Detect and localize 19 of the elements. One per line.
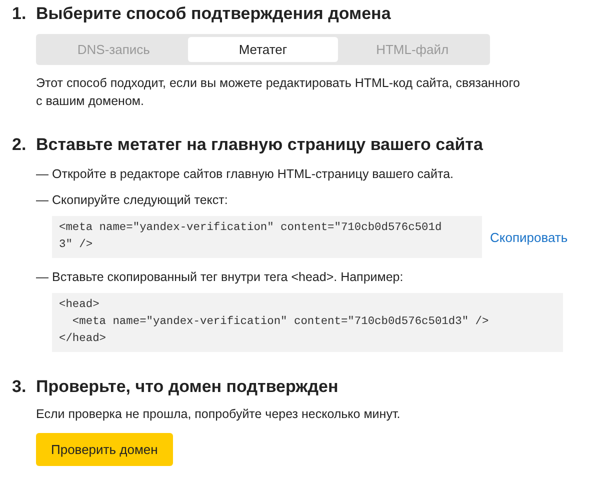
- instruction-text: Скопируйте следующий текст:: [52, 193, 228, 207]
- dash-mark: —: [36, 270, 50, 284]
- instruction-text: Откройте в редакторе сайтов главную HTML-страницу вашего сайта.: [52, 167, 454, 181]
- code-block: <head> <meta name="yandex-verification" content="710cb0d576c501d3" /> </head>: [52, 293, 563, 352]
- step-title: Проверьте, что домен подтвержден: [36, 377, 338, 397]
- instruction-text: Вставьте скопированный тег внутри тега <head>. Например:: [52, 270, 404, 284]
- method-tab[interactable]: Метатег: [188, 37, 338, 62]
- step-number: 3.: [12, 377, 28, 397]
- step-number: 1.: [12, 4, 28, 24]
- dash-mark: —: [36, 167, 50, 181]
- code-block: <meta name="yandex-verification" content="710cb0d576c501d 3" />: [52, 216, 482, 258]
- dash-mark: —: [36, 193, 50, 207]
- description-text: Если проверка не прошла, попробуйте через несколько минут.: [36, 406, 402, 423]
- step-title: Вставьте метатег на главную страницу вашего сайта: [36, 135, 483, 155]
- description-text: Этот способ подходит, если вы можете редактировать HTML-код сайта, связанного с вашим доменом.: [36, 75, 521, 110]
- step-number: 2.: [12, 135, 28, 155]
- copy-link[interactable]: Скопировать: [490, 230, 568, 244]
- verify-domain-button[interactable]: Проверить домен: [36, 433, 173, 466]
- step-title: Выберите способ подтверждения домена: [36, 4, 391, 24]
